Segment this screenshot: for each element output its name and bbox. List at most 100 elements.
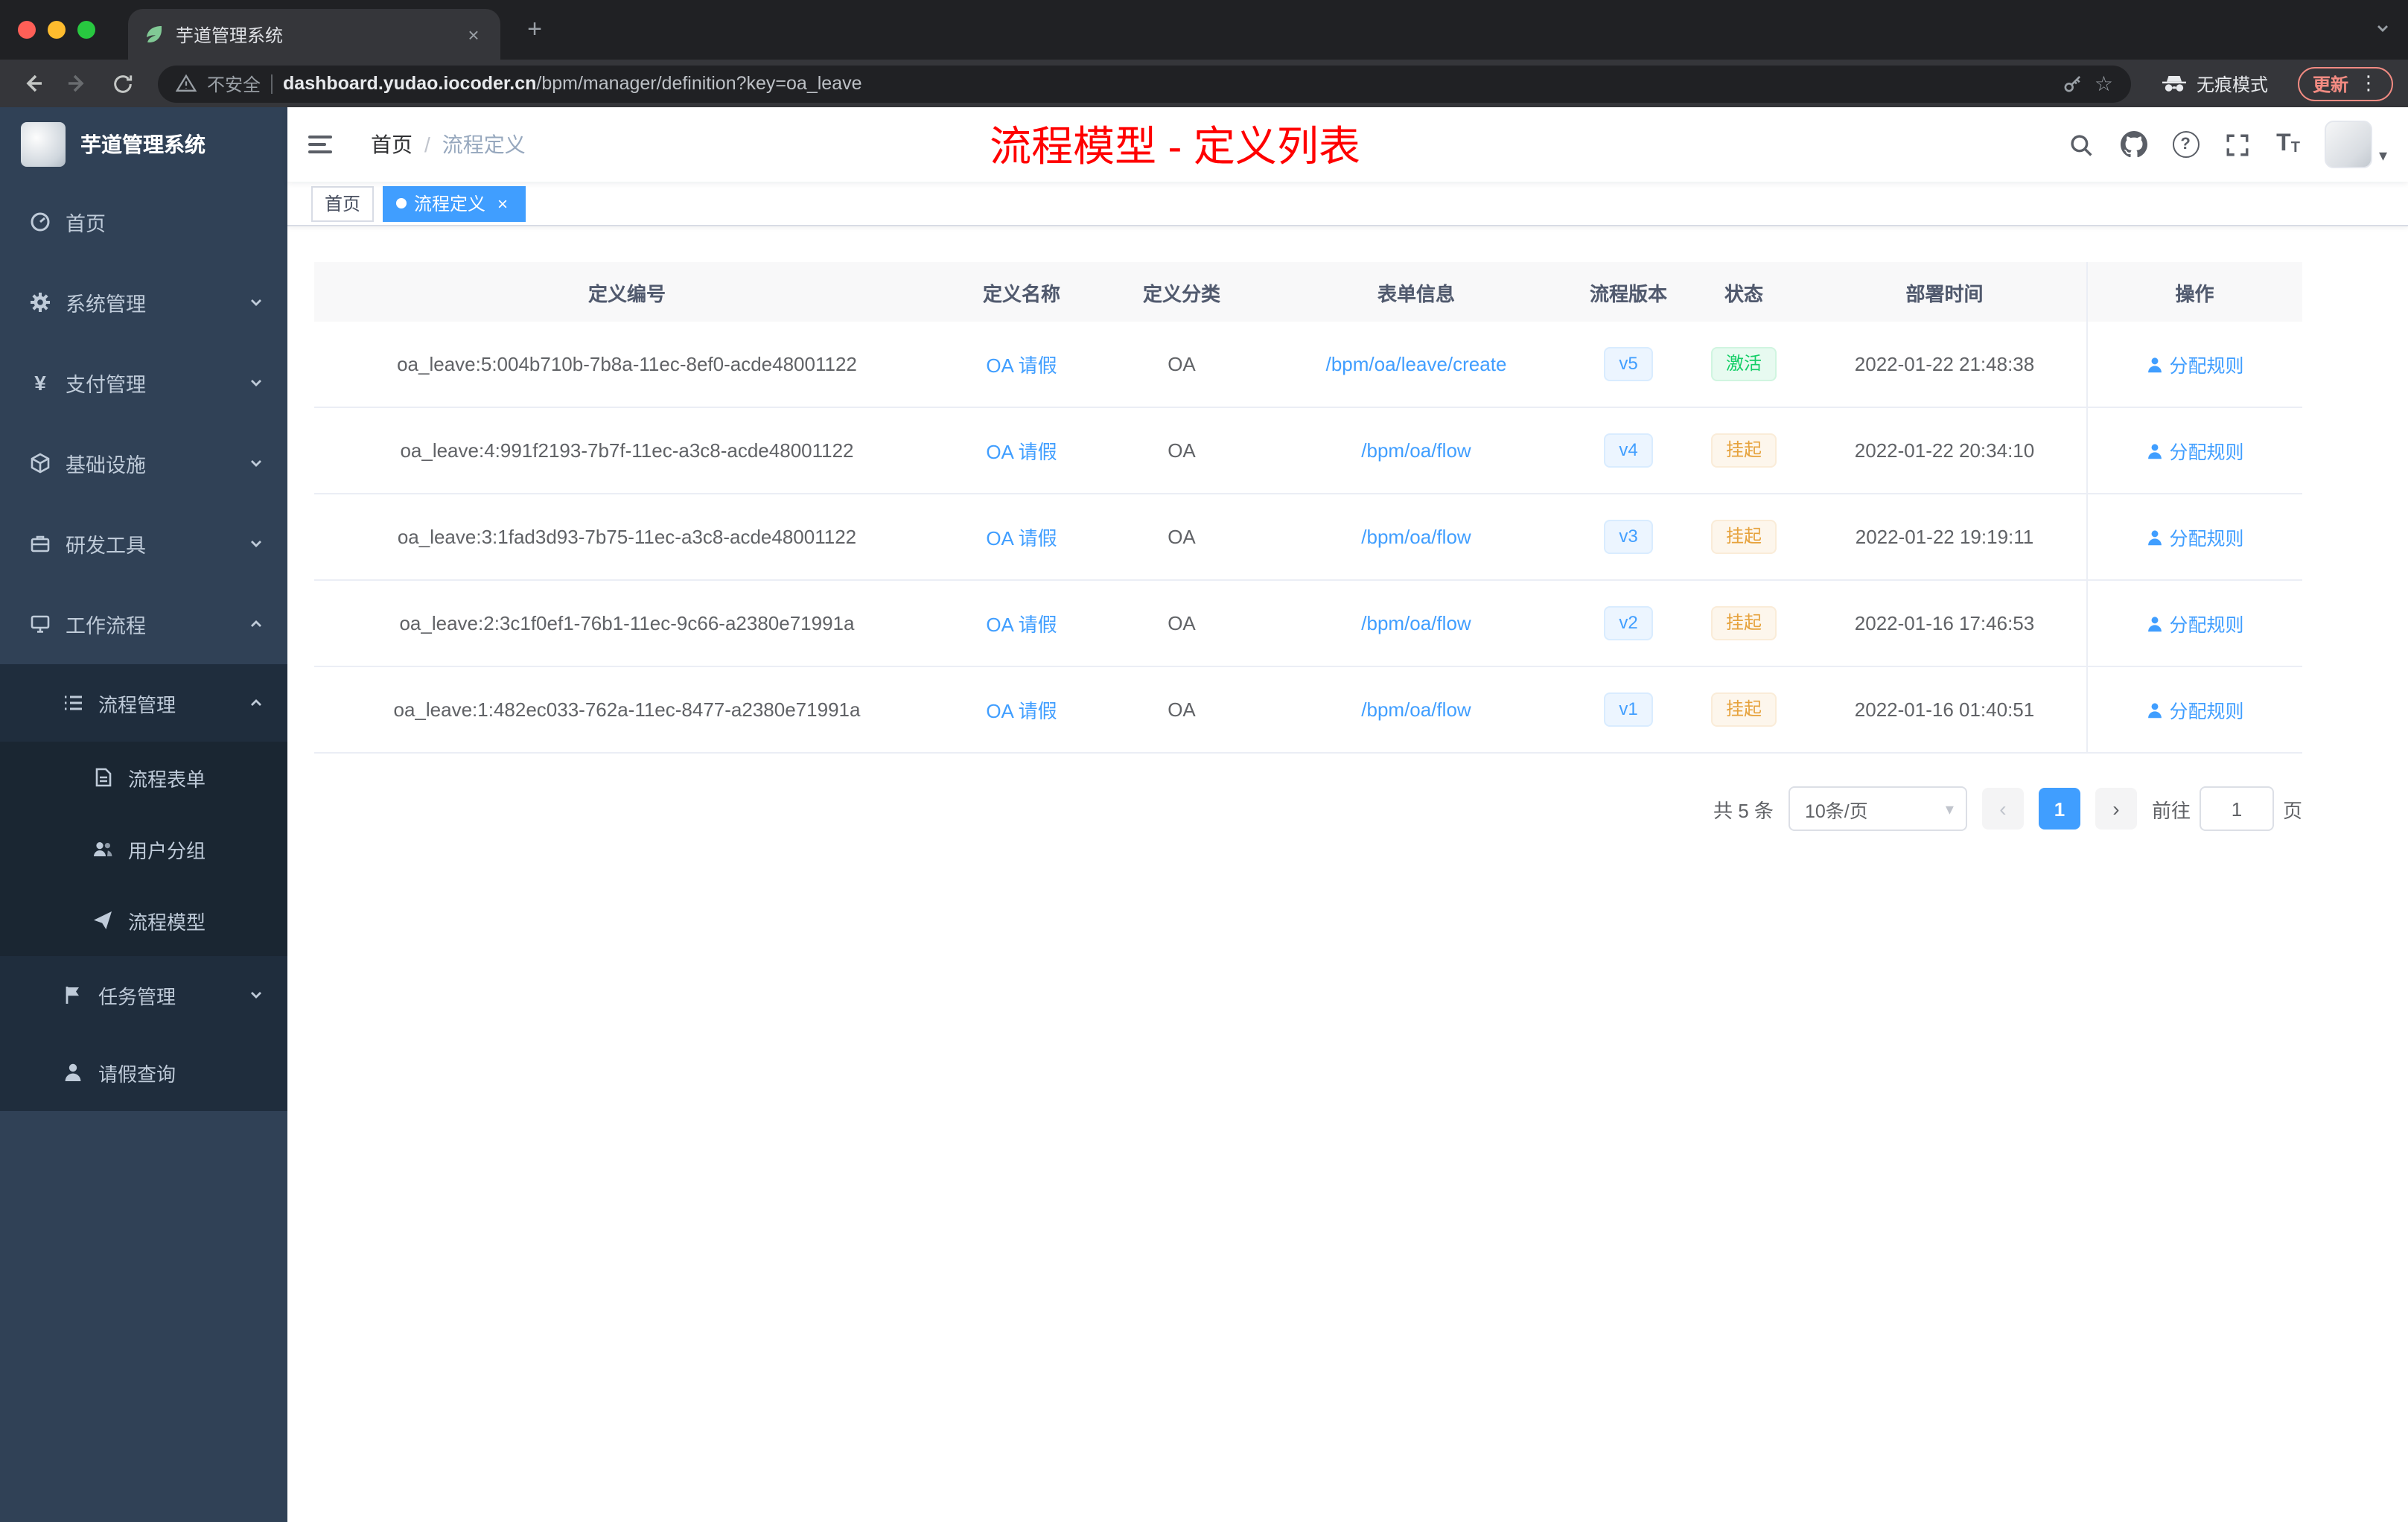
status-badge: 挂起: [1710, 692, 1777, 727]
list-icon: [63, 692, 83, 713]
form-link[interactable]: /bpm/oa/flow: [1361, 439, 1471, 462]
assign-rule-button[interactable]: 分配规则: [2145, 695, 2244, 724]
minimize-window-button[interactable]: [48, 21, 66, 39]
sidebar-item-process-form[interactable]: 流程表单: [0, 742, 287, 813]
maximize-window-button[interactable]: [77, 21, 95, 39]
sidebar-item-label: 流程表单: [128, 768, 206, 790]
close-window-button[interactable]: [18, 21, 36, 39]
assign-rule-button[interactable]: 分配规则: [2145, 609, 2244, 637]
next-page-button[interactable]: ›: [2095, 788, 2137, 830]
breadcrumb-home[interactable]: 首页: [371, 130, 413, 159]
tab-favicon-leaf-icon: [143, 24, 164, 45]
key-icon[interactable]: [2063, 73, 2084, 94]
avatar[interactable]: [2325, 121, 2373, 168]
table-header-row: 定义编号 定义名称 定义分类 表单信息 流程版本 状态 部署时间 操作: [314, 262, 2302, 322]
browser-update-button[interactable]: 更新: [2297, 66, 2393, 101]
sidebar-item-workflow[interactable]: 工作流程: [0, 584, 287, 664]
chevron-down-icon: [251, 380, 261, 386]
sidebar-item-process-model[interactable]: 流程模型: [0, 885, 287, 956]
total-count: 共 5 条: [1713, 799, 1774, 821]
cell-deploy-time: 2022-01-22 19:19:11: [1803, 494, 2086, 581]
fullscreen-icon[interactable]: [2224, 131, 2251, 158]
url-text[interactable]: dashboard.yudao.iocoder.cn/bpm/manager/d…: [283, 73, 2053, 94]
cell-deploy-time: 2022-01-22 20:34:10: [1803, 407, 2086, 494]
cell-category: OA: [1103, 580, 1260, 667]
tag-label: 流程定义: [414, 194, 486, 214]
paper-plane-icon: [92, 910, 113, 931]
cell-action: 分配规则: [2086, 494, 2302, 581]
definition-name-link[interactable]: OA 请假: [986, 700, 1057, 722]
sidebar-item-infrastructure[interactable]: 基础设施: [0, 423, 287, 503]
header-form-info: 表单信息: [1260, 262, 1573, 322]
form-link[interactable]: /bpm/oa/flow: [1361, 526, 1471, 548]
form-link[interactable]: /bpm/oa/leave/create: [1326, 353, 1507, 375]
definition-name-link[interactable]: OA 请假: [986, 527, 1057, 550]
cell-version: v3: [1573, 494, 1684, 581]
github-icon[interactable]: [2120, 131, 2147, 158]
cell-definition-id: oa_leave:2:3c1f0ef1-76b1-11ec-9c66-a2380…: [314, 580, 940, 667]
sidebar-item-process-management[interactable]: 流程管理: [0, 664, 287, 742]
sidebar-item-label: 用户分组: [128, 839, 206, 862]
sidebar-item-payment[interactable]: 支付管理: [0, 343, 287, 423]
screen: 芋道管理系统 不安全 dashboard.yudao.iocoder.cn/bp…: [0, 0, 2408, 1522]
sidebar-item-label: 基础设施: [66, 454, 146, 477]
cell-category: OA: [1103, 494, 1260, 581]
cell-action: 分配规则: [2086, 322, 2302, 408]
flag-icon: [63, 984, 83, 1005]
cell-version: v1: [1573, 666, 1684, 754]
form-link[interactable]: /bpm/oa/flow: [1361, 698, 1471, 721]
bookmark-star-icon[interactable]: [2095, 71, 2113, 96]
security-label[interactable]: 不安全: [207, 71, 261, 96]
address-bar[interactable]: 不安全 dashboard.yudao.iocoder.cn/bpm/manag…: [158, 65, 2131, 102]
tab-search-chevron-icon[interactable]: [2375, 16, 2390, 43]
tab-close-icon[interactable]: [462, 22, 485, 46]
new-tab-button[interactable]: [515, 10, 554, 49]
tag-close-icon[interactable]: [493, 194, 512, 213]
sidebar-logo[interactable]: 芋道管理系统: [0, 107, 287, 182]
sidebar-item-task-management[interactable]: 任务管理: [0, 956, 287, 1034]
sidebar-item-user-group[interactable]: 用户分组: [0, 813, 287, 885]
sidebar-item-home[interactable]: 首页: [0, 182, 287, 262]
goto-page-input[interactable]: [2199, 786, 2274, 831]
person-icon: [63, 1062, 83, 1083]
warning-triangle-icon: [176, 73, 197, 94]
sidebar-toggle-icon[interactable]: [308, 130, 338, 159]
assign-rule-button[interactable]: 分配规则: [2145, 350, 2244, 378]
page-size-select[interactable]: 10条/页: [1788, 786, 1967, 831]
incognito-label: 无痕模式: [2196, 74, 2268, 95]
definition-name-link[interactable]: OA 请假: [986, 441, 1057, 463]
chevron-down-icon: [251, 299, 261, 306]
tag-home[interactable]: 首页: [311, 185, 375, 221]
definition-name-link[interactable]: OA 请假: [986, 354, 1057, 377]
page-suffix: 页: [2282, 799, 2302, 821]
header-definition-name: 定义名称: [940, 262, 1103, 322]
browser-menu-icon[interactable]: [2359, 71, 2378, 95]
page-annotation: 流程模型 - 定义列表: [990, 124, 1360, 170]
browser-tab[interactable]: 芋道管理系统: [128, 9, 500, 60]
sidebar-item-system[interactable]: 系统管理: [0, 262, 287, 343]
search-icon[interactable]: [2068, 131, 2095, 158]
assign-rule-button[interactable]: 分配规则: [2145, 523, 2244, 551]
page-1-button[interactable]: 1: [2038, 788, 2080, 830]
assign-rule-button[interactable]: 分配规则: [2145, 436, 2244, 465]
form-link[interactable]: /bpm/oa/flow: [1361, 612, 1471, 634]
sidebar-item-leave-query[interactable]: 请假查询: [0, 1034, 287, 1111]
font-size-icon[interactable]: [2276, 133, 2300, 156]
back-button[interactable]: [15, 66, 51, 101]
update-label: 更新: [2312, 74, 2348, 95]
forward-button[interactable]: [60, 66, 95, 101]
header-deploy-time: 部署时间: [1803, 262, 2086, 322]
user-menu[interactable]: [2325, 121, 2387, 168]
help-icon[interactable]: [2172, 131, 2200, 158]
definition-name-link[interactable]: OA 请假: [986, 614, 1057, 636]
status-badge: 激活: [1710, 347, 1777, 381]
cell-status: 挂起: [1684, 494, 1803, 581]
cell-form-info: /bpm/oa/flow: [1260, 407, 1573, 494]
cell-action: 分配规则: [2086, 407, 2302, 494]
reload-button[interactable]: [104, 66, 140, 101]
sidebar-item-devtools[interactable]: 研发工具: [0, 503, 287, 584]
prev-page-button[interactable]: ‹: [1981, 788, 2024, 830]
tag-process-definition[interactable]: 流程定义: [383, 185, 526, 221]
cell-status: 激活: [1684, 322, 1803, 408]
goto-label: 前往: [2151, 799, 2191, 821]
